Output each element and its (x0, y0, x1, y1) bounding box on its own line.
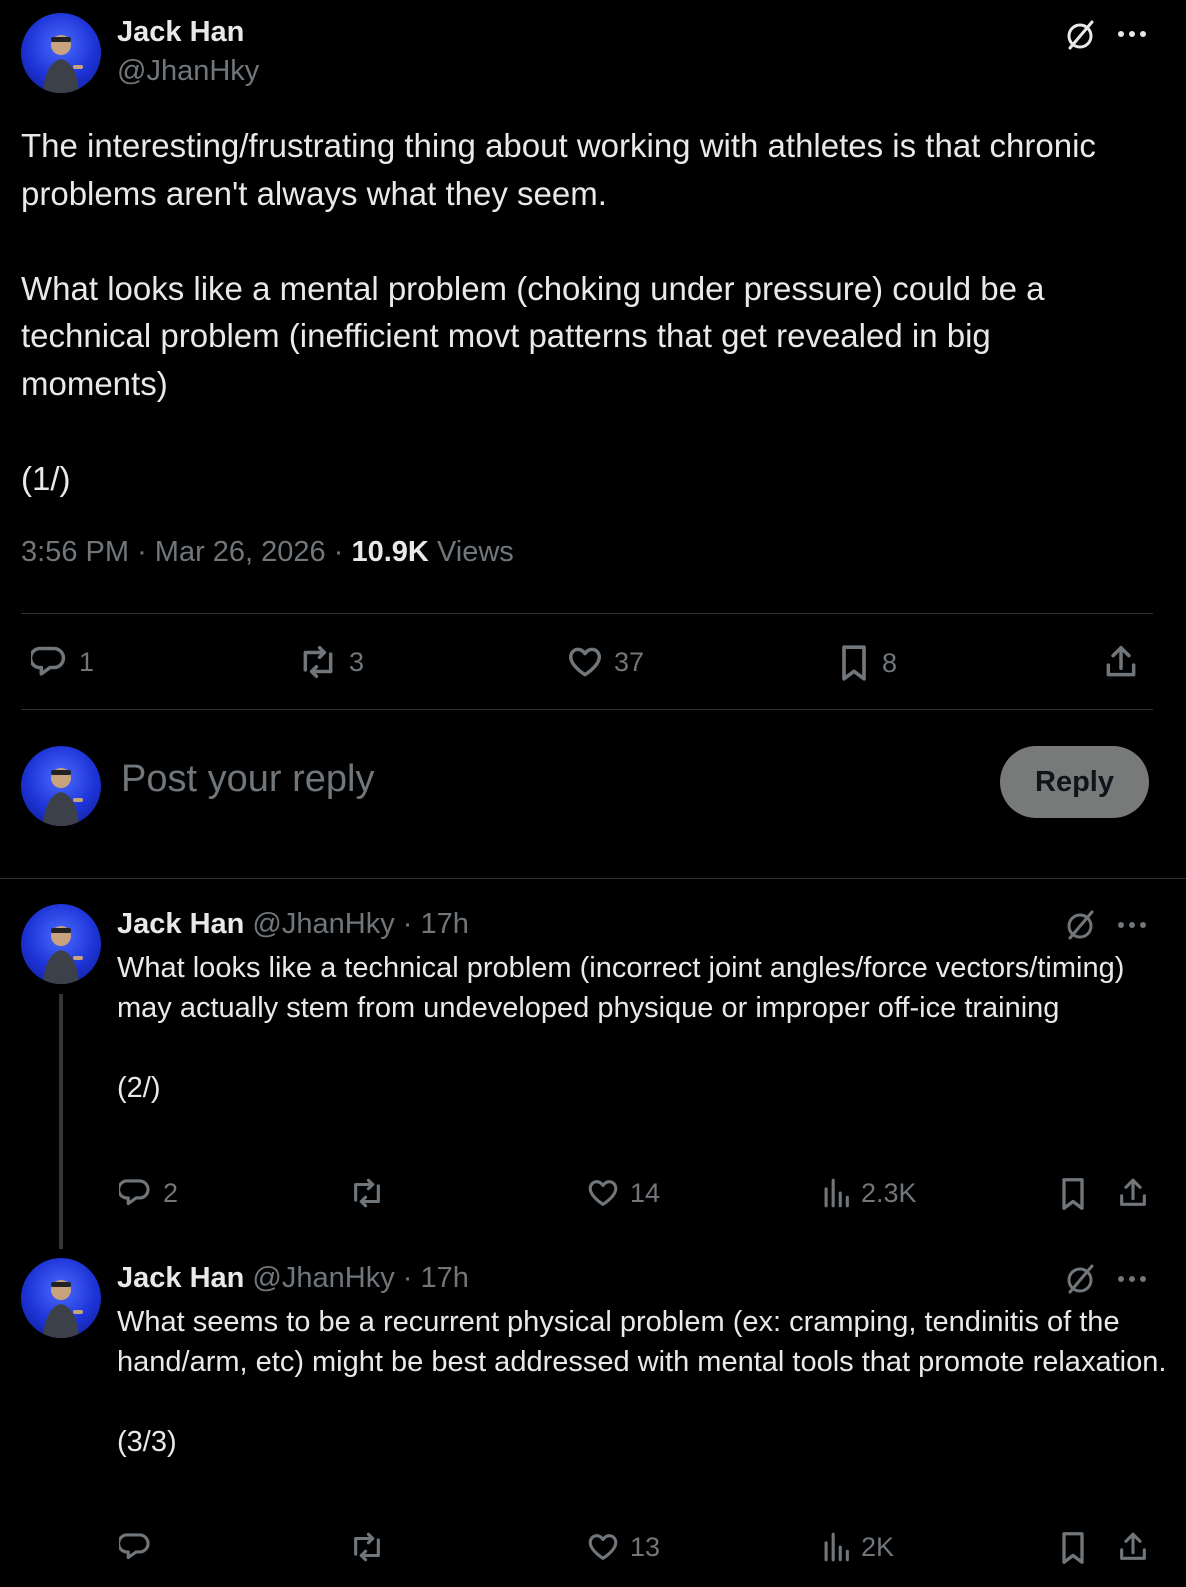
header-separator: · (402, 1262, 413, 1294)
share-button[interactable] (1116, 1530, 1150, 1564)
bookmark-button[interactable] (1057, 1176, 1089, 1212)
grok-icon[interactable] (1063, 908, 1097, 942)
avatar[interactable] (21, 746, 101, 826)
views-count: 2.3K (861, 1177, 917, 1208)
header-separator: · (402, 908, 413, 940)
bookmark-icon (836, 643, 872, 683)
share-icon (1102, 643, 1140, 681)
share-button[interactable] (1116, 1176, 1150, 1210)
like-button[interactable]: 37 (566, 643, 644, 681)
like-button[interactable]: 13 (586, 1530, 660, 1564)
repost-icon (348, 1176, 386, 1210)
repost-icon (297, 643, 339, 681)
reply-icon (119, 1176, 153, 1210)
meta-separator: · (137, 536, 147, 568)
more-icon[interactable] (1117, 1275, 1147, 1283)
author-name[interactable]: Jack Han (117, 16, 244, 49)
bookmark-icon (1057, 1176, 1089, 1212)
repost-icon (348, 1530, 386, 1564)
repost-count: 3 (349, 646, 365, 677)
reply-button[interactable]: 2 (119, 1176, 178, 1210)
author-handle[interactable]: @JhanHky (252, 1262, 394, 1294)
post-text: The interesting/frustrating thing about … (21, 127, 1096, 497)
reply-input[interactable]: Post your reply (121, 758, 374, 801)
bookmark-count: 8 (882, 647, 898, 678)
bookmark-button[interactable] (1057, 1530, 1089, 1566)
post-age[interactable]: 17h (421, 908, 469, 940)
thread-connector (59, 994, 63, 1249)
like-icon (586, 1530, 620, 1564)
reply-submit-button[interactable]: Reply (1000, 746, 1149, 818)
views-button[interactable]: 2K (821, 1530, 894, 1564)
like-icon (586, 1176, 620, 1210)
post-date[interactable]: Mar 26, 2026 (155, 536, 326, 568)
author-handle[interactable]: @JhanHky (117, 55, 259, 88)
views-button[interactable]: 2.3K (821, 1176, 917, 1210)
post-text: What seems to be a recurrent physical pr… (117, 1306, 1167, 1458)
more-icon[interactable] (1117, 30, 1147, 38)
bookmark-icon (1057, 1530, 1089, 1566)
views-count: 2K (861, 1531, 895, 1562)
reply-button[interactable]: 1 (31, 643, 94, 681)
like-count: 13 (630, 1531, 661, 1562)
author-handle[interactable]: @JhanHky (252, 908, 394, 940)
reply-button[interactable] (119, 1530, 163, 1564)
reply-icon (31, 643, 69, 681)
repost-button[interactable]: 3 (297, 643, 364, 681)
like-button[interactable]: 14 (586, 1176, 660, 1210)
avatar[interactable] (21, 904, 101, 984)
divider (21, 709, 1153, 710)
views-icon (821, 1176, 851, 1210)
reply-icon (119, 1530, 153, 1564)
reply-count: 1 (79, 646, 95, 677)
bookmark-button[interactable]: 8 (836, 643, 897, 683)
post-time[interactable]: 3:56 PM (21, 536, 129, 568)
post-meta: 3:56 PM · Mar 26, 2026 · 10.9K Views (21, 536, 514, 569)
divider (0, 878, 1186, 879)
views-label: Views (436, 536, 514, 568)
reply-count: 2 (163, 1177, 179, 1208)
post-header: Jack Han @JhanHky · 17h (117, 1262, 469, 1295)
like-icon (566, 643, 604, 681)
views-count: 10.9K (351, 536, 429, 568)
grok-icon[interactable] (1063, 18, 1097, 52)
like-count: 37 (614, 646, 645, 677)
avatar[interactable] (21, 13, 101, 93)
more-icon[interactable] (1117, 921, 1147, 929)
meta-separator: · (333, 536, 344, 568)
grok-icon[interactable] (1063, 1262, 1097, 1296)
share-button[interactable] (1102, 643, 1140, 681)
post-age[interactable]: 17h (421, 1262, 469, 1294)
post-text: What looks like a technical problem (inc… (117, 952, 1125, 1104)
divider (21, 613, 1153, 614)
author-name[interactable]: Jack Han (117, 1262, 244, 1294)
share-icon (1116, 1176, 1150, 1210)
like-count: 14 (630, 1177, 661, 1208)
author-name[interactable]: Jack Han (117, 908, 244, 940)
repost-button[interactable] (348, 1176, 396, 1210)
share-icon (1116, 1530, 1150, 1564)
views-icon (821, 1530, 851, 1564)
avatar[interactable] (21, 1258, 101, 1338)
repost-button[interactable] (348, 1530, 396, 1564)
post-header: Jack Han @JhanHky · 17h (117, 908, 469, 941)
